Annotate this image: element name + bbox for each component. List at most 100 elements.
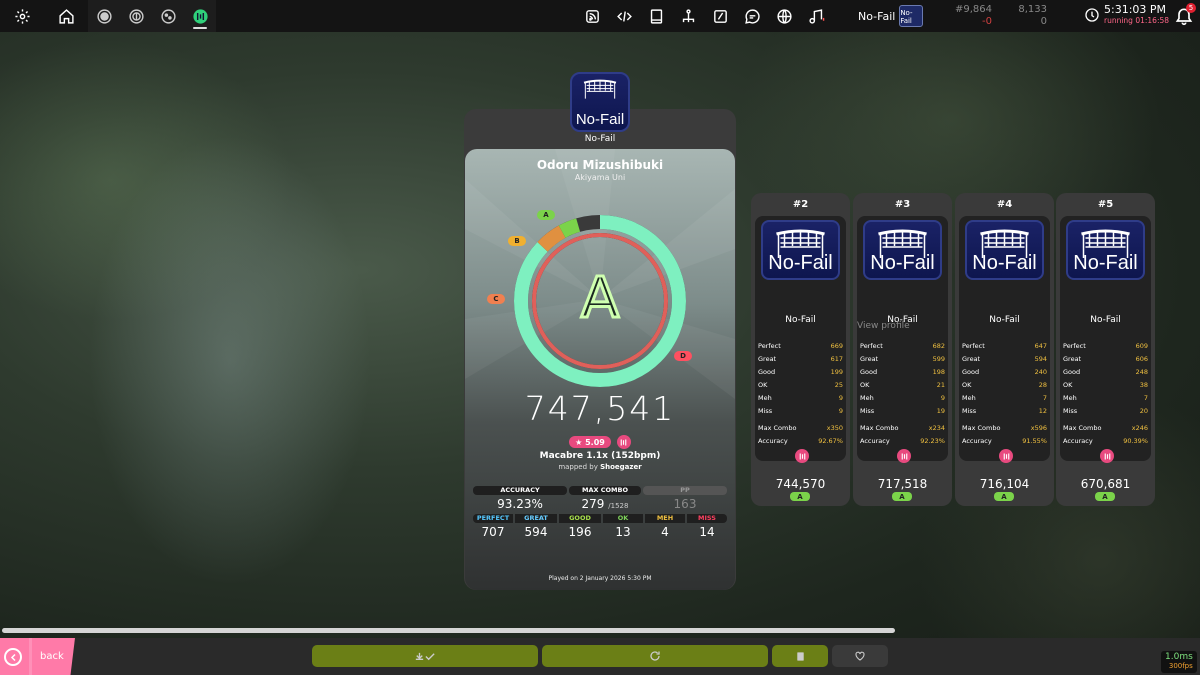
stat-row-miss: Miss 20 <box>1063 407 1148 415</box>
score-rank: #3 <box>894 199 911 210</box>
stat-value-ok: 21 <box>936 381 945 389</box>
favourite-button[interactable] <box>832 645 888 667</box>
stat-label-great: Great <box>1063 355 1082 363</box>
toolbar: No-Fail No-Fail #9,864 -0 8,133 0 5:31:0… <box>0 0 1200 32</box>
ruleset-catch-button[interactable] <box>152 0 184 32</box>
stat-label-perfect: Perfect <box>1063 342 1086 350</box>
stat-value-miss: 12 <box>1038 407 1047 415</box>
ruleset-taiko-button[interactable] <box>120 0 152 32</box>
stat-value-good: 248 <box>1135 368 1148 376</box>
download-check-icon <box>415 652 435 660</box>
stat-value-meh: 7 <box>1042 394 1047 402</box>
toolbar-overlay-buttons <box>576 0 832 32</box>
stat-label-good: Good <box>758 368 776 376</box>
beatmap-info-button[interactable] <box>772 645 828 667</box>
no-fail-mod-icon[interactable]: No-Fail <box>965 220 1044 280</box>
now-playing-button[interactable] <box>800 0 832 32</box>
clock-running: running 01:16:58 <box>1104 16 1170 25</box>
country-rank-change: 0 <box>1040 16 1047 27</box>
leaderboard-score-card[interactable]: #3 No-Fail No-Fail Perfect 682 Great 599 Good 19… <box>853 193 952 506</box>
news-icon <box>585 9 599 23</box>
changelog-button[interactable] <box>608 0 640 32</box>
stat-row-max-combo: Max Combo x246 <box>1063 424 1148 432</box>
stat-label-good: Good <box>860 368 878 376</box>
judgement-value-ok: 13 <box>615 525 631 539</box>
stat-value-max-combo: x246 <box>1131 424 1148 432</box>
stat-label-accuracy: Accuracy <box>758 437 788 445</box>
mania-ruleset-icon <box>897 449 911 463</box>
back-separator <box>29 638 32 675</box>
news-button[interactable] <box>576 0 608 32</box>
back-button[interactable]: back <box>0 638 75 675</box>
download-replay-button[interactable] <box>312 645 538 667</box>
ruleset-mania-button[interactable] <box>184 0 216 32</box>
wiki-button[interactable] <box>640 0 672 32</box>
mod-badge-text: No-Fail <box>900 9 913 25</box>
view-profile-tooltip: View profile <box>857 321 910 331</box>
retry-button[interactable] <box>542 645 768 667</box>
stat-row-accuracy: Accuracy 92.67% <box>758 437 843 445</box>
horizontal-scrollbar[interactable] <box>2 628 895 633</box>
stat-value-perfect: 647 <box>1034 342 1047 350</box>
leaderboard-score-card[interactable]: #2 No-Fail No-Fail Perfect 669 Great 617 Good 19… <box>751 193 850 506</box>
mod-icon-text: No-Fail <box>768 252 833 274</box>
chat-button[interactable] <box>736 0 768 32</box>
stat-value-meh: 9 <box>940 394 945 402</box>
stat-label-perfect: Perfect <box>962 342 985 350</box>
judgement-value-good: 196 <box>568 525 592 539</box>
home-button[interactable] <box>44 0 88 32</box>
played-on: Played on 2 January 2026 5:30 PM <box>548 575 652 582</box>
book-icon <box>650 8 662 24</box>
ruleset-selector <box>88 0 216 32</box>
mod-display[interactable]: No-Fail No-Fail <box>858 0 924 32</box>
no-fail-mod-icon[interactable]: No-Fail <box>570 72 630 132</box>
accuracy-ring: A <box>514 215 686 387</box>
stat-value-great: 594 <box>1034 355 1047 363</box>
stat-row-accuracy: Accuracy 90.39% <box>1063 437 1148 445</box>
rankings-button[interactable] <box>672 0 704 32</box>
stat-row-good: Good 248 <box>1063 368 1148 376</box>
stat-value-ok: 38 <box>1139 381 1148 389</box>
settings-button[interactable] <box>0 0 44 32</box>
leaderboard-score-card[interactable]: #5 No-Fail No-Fail Perfect 609 Great 606 Good 24… <box>1056 193 1155 506</box>
stat-label-ok: OK <box>962 381 972 389</box>
rank-marker-b: B <box>508 236 526 246</box>
judgement-header-great: GREAT <box>515 514 557 523</box>
stat-value-great: 617 <box>830 355 843 363</box>
no-fail-mod-icon: No-Fail <box>899 5 924 27</box>
taiko-ruleset-icon <box>128 8 144 24</box>
stat-value-perfect: 669 <box>830 342 843 350</box>
difficulty-name: Macabre 1.1x (152bpm) <box>539 451 661 461</box>
music-note-icon <box>808 8 824 24</box>
stat-label-good: Good <box>962 368 980 376</box>
no-fail-mod-icon[interactable]: No-Fail <box>761 220 840 280</box>
stat-row-good: Good 198 <box>860 368 945 376</box>
ruleset-osu-button[interactable] <box>88 0 120 32</box>
score-details: No-Fail No-Fail Perfect 682 Great 599 Good 198 O… <box>857 216 948 463</box>
mapper-name[interactable]: Shoegazer <box>600 463 642 471</box>
global-rank-change: -0 <box>982 16 992 27</box>
stat-value-miss: 20 <box>1139 407 1148 415</box>
stat-label-good: Good <box>1063 368 1081 376</box>
stat-value-accuracy: 91.55% <box>1022 437 1047 445</box>
leaderboard-score-card[interactable]: #4 No-Fail No-Fail Perfect 647 Great 594 Good 24… <box>955 193 1054 506</box>
judgement-value-perfect: 707 <box>481 525 505 539</box>
clock[interactable]: 5:31:03 PM running 01:16:58 <box>1084 4 1169 26</box>
rank-marker-c: C <box>487 294 505 304</box>
notifications-button[interactable]: 5 <box>1174 3 1196 26</box>
song-title: Odoru Mizushibuki <box>536 158 664 172</box>
stat-label-max-combo: Max Combo <box>962 424 1001 432</box>
home-icon <box>58 8 74 24</box>
stat-row-great: Great 606 <box>1063 355 1148 363</box>
stat-row-good: Good 199 <box>758 368 843 376</box>
no-fail-mod-icon[interactable]: No-Fail <box>863 220 942 280</box>
star-rating-badge: ★ 5.09 <box>569 436 611 448</box>
beatmap-listing-button[interactable] <box>704 0 736 32</box>
rank-marker-d: D <box>674 351 692 361</box>
catch-ruleset-icon <box>160 8 176 24</box>
social-button[interactable] <box>768 0 800 32</box>
mod-icon-text: No-Fail <box>870 252 935 274</box>
stat-label-max-combo: Max Combo <box>860 424 899 432</box>
heart-icon <box>855 651 865 661</box>
no-fail-mod-icon[interactable]: No-Fail <box>1066 220 1145 280</box>
